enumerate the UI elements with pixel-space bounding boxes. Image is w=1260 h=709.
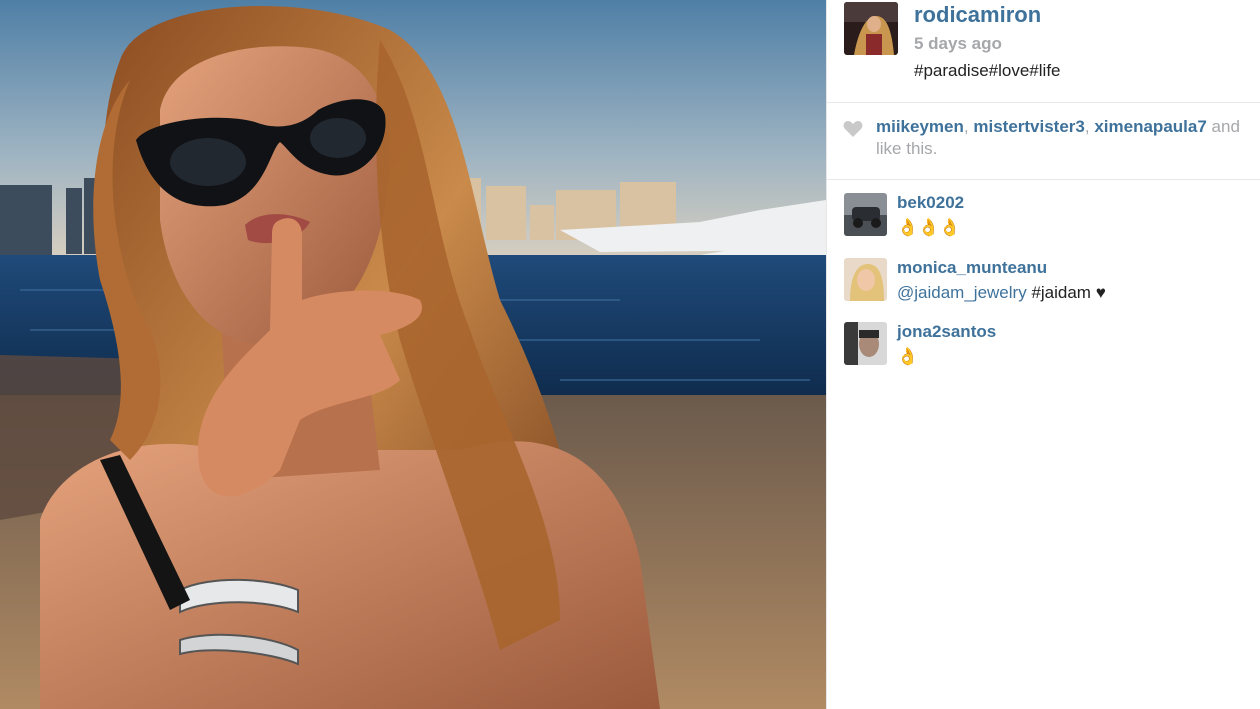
post-header: rodicamiron 5 days ago #paradise#love#li… <box>827 0 1260 103</box>
author-avatar[interactable] <box>844 2 898 55</box>
liker-link[interactable]: mistertvister3 <box>973 117 1085 136</box>
comment-item: bek0202 👌👌👌 <box>827 193 1260 253</box>
post-photo[interactable] <box>0 0 826 709</box>
commenter-avatar[interactable] <box>844 258 887 301</box>
photo-illustration <box>0 0 826 709</box>
avatar-image <box>844 322 887 365</box>
commenter-avatar[interactable] <box>844 322 887 365</box>
comment-text: @jaidam_jewelry #jaidam ♥ <box>897 283 1106 303</box>
author-username[interactable]: rodicamiron <box>914 2 1041 28</box>
commenter-avatar[interactable] <box>844 193 887 236</box>
comment-item: jona2santos 👌 <box>827 322 1260 382</box>
comment-text: 👌 <box>897 347 919 366</box>
comment-username[interactable]: jona2santos <box>897 322 996 342</box>
avatar-image <box>844 258 887 301</box>
liker-link[interactable]: miikeymen <box>876 117 964 136</box>
liker-link[interactable]: ximenapaula7 <box>1094 117 1206 136</box>
likes-text: miikeymen, mistertvister3, ximenapaula7 … <box>876 117 1240 136</box>
comment-username[interactable]: monica_munteanu <box>897 258 1047 278</box>
heart-icon: ♥ <box>1095 283 1106 302</box>
heart-icon[interactable] <box>843 120 863 138</box>
comment-hashtag[interactable]: #jaidam <box>1031 283 1091 302</box>
comment-item: monica_munteanu @jaidam_jewelry #jaidam … <box>827 258 1260 318</box>
avatar-image <box>844 193 887 236</box>
post-details-panel: rodicamiron 5 days ago #paradise#love#li… <box>826 0 1260 709</box>
comment-mention[interactable]: @jaidam_jewelry <box>897 283 1027 302</box>
likes-trailing: and <box>1211 117 1240 136</box>
comment-username[interactable]: bek0202 <box>897 193 964 213</box>
avatar-image <box>844 2 898 55</box>
likes-suffix: like this. <box>876 139 938 158</box>
post-caption: #paradise#love#life <box>914 61 1061 80</box>
post-timestamp[interactable]: 5 days ago <box>914 34 1002 54</box>
comment-text: 👌👌👌 <box>897 218 961 237</box>
